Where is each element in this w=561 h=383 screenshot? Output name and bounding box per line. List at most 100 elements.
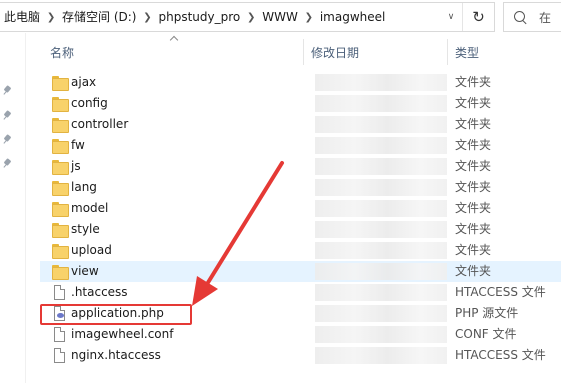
file-row[interactable]: nginx.htaccess HTACCESS 文件 (40, 345, 561, 366)
breadcrumb: 此电脑 ❯ 存储空间 (D:) ❯ phpstudy_pro ❯ WWW ❯ i… (0, 3, 440, 31)
file-icon (52, 285, 67, 300)
folder-icon (52, 180, 69, 196)
search-box[interactable]: 在 (503, 2, 561, 32)
folder-icon (52, 117, 69, 133)
file-type: 文件夹 (455, 75, 492, 89)
folder-icon (52, 138, 69, 154)
folder-row[interactable]: js 文件夹 (40, 156, 561, 177)
refresh-icon: ↻ (472, 8, 485, 26)
file-type: HTACCESS 文件 (455, 285, 546, 299)
folder-row[interactable]: fw 文件夹 (40, 135, 561, 156)
redacted-date (315, 137, 447, 154)
column-divider[interactable] (303, 39, 304, 65)
redacted-date (315, 116, 447, 133)
file-name: fw (71, 138, 85, 152)
file-name: imagewheel.conf (71, 327, 174, 341)
column-header-name-label: 名称 (50, 45, 75, 60)
file-type: 文件夹 (455, 138, 492, 152)
redacted-date (315, 242, 447, 259)
breadcrumb-item-drive[interactable]: 存储空间 (D:) (58, 3, 140, 31)
file-name: style (71, 222, 100, 236)
redacted-date (315, 95, 447, 112)
file-type: CONF 文件 (455, 327, 517, 341)
folder-row[interactable]: lang 文件夹 (40, 177, 561, 198)
pin-icon[interactable] (3, 111, 13, 121)
file-name: config (71, 96, 108, 110)
redacted-date (315, 347, 447, 364)
file-row[interactable]: application.php PHP 源文件 (40, 303, 561, 324)
file-name: model (71, 201, 109, 215)
file-icon (52, 348, 67, 363)
php-file-icon (52, 306, 67, 321)
file-name: controller (71, 117, 129, 131)
folder-icon (52, 159, 69, 175)
chevron-right-icon[interactable]: ❯ (140, 12, 154, 23)
column-header-date-label: 修改日期 (311, 45, 360, 60)
search-placeholder: 在 (539, 10, 552, 25)
folder-row[interactable]: model 文件夹 (40, 198, 561, 219)
column-header-name[interactable]: 名称 (50, 39, 300, 65)
refresh-button[interactable]: ↻ (462, 3, 494, 31)
chevron-down-icon: ∨ (447, 12, 455, 22)
redacted-date (315, 74, 447, 91)
folder-icon (52, 222, 69, 238)
pin-icon[interactable] (3, 86, 13, 96)
column-header-type[interactable]: 类型 (455, 39, 561, 65)
chevron-right-icon[interactable]: ❯ (302, 12, 316, 23)
column-divider[interactable] (447, 39, 448, 65)
redacted-date (315, 305, 447, 322)
folder-icon (52, 201, 69, 217)
chevron-right-icon[interactable]: ❯ (44, 12, 58, 23)
column-header-date[interactable]: 修改日期 (311, 39, 446, 65)
chevron-right-icon[interactable]: ❯ (244, 12, 258, 23)
file-name: js (71, 159, 81, 173)
address-history-dropdown[interactable]: ∨ (440, 3, 462, 31)
breadcrumb-item-phpstudy[interactable]: phpstudy_pro (154, 3, 244, 31)
folder-row[interactable]: config 文件夹 (40, 93, 561, 114)
pin-icon[interactable] (3, 159, 13, 169)
file-type: 文件夹 (455, 264, 492, 278)
file-type: 文件夹 (455, 222, 492, 236)
redacted-date (315, 221, 447, 238)
file-type: 文件夹 (455, 96, 492, 110)
file-type: PHP 源文件 (455, 306, 519, 320)
redacted-date (315, 326, 447, 343)
file-type: 文件夹 (455, 243, 492, 257)
file-type: HTACCESS 文件 (455, 348, 546, 362)
file-name: nginx.htaccess (71, 348, 161, 362)
folder-row[interactable]: ajax 文件夹 (40, 72, 561, 93)
file-type: 文件夹 (455, 117, 492, 131)
file-type: 文件夹 (455, 180, 492, 194)
folder-row[interactable]: controller 文件夹 (40, 114, 561, 135)
file-row[interactable]: .htaccess HTACCESS 文件 (40, 282, 561, 303)
column-header-type-label: 类型 (455, 45, 480, 60)
folder-row[interactable]: style 文件夹 (40, 219, 561, 240)
folder-icon (52, 75, 69, 91)
navigation-pane[interactable] (0, 33, 26, 383)
breadcrumb-item-this-pc[interactable]: 此电脑 (0, 3, 44, 31)
file-name: .htaccess (71, 285, 128, 299)
redacted-date (315, 284, 447, 301)
folder-icon (52, 243, 69, 259)
breadcrumb-item-imagwheel[interactable]: imagwheel (316, 3, 390, 31)
file-name: application.php (71, 306, 164, 320)
folder-icon (52, 96, 69, 112)
file-icon (52, 327, 67, 342)
file-name: lang (71, 180, 97, 194)
folder-icon (52, 264, 69, 280)
folder-row[interactable]: upload 文件夹 (40, 240, 561, 261)
redacted-date (315, 200, 447, 217)
file-type: 文件夹 (455, 159, 492, 173)
redacted-date (315, 158, 447, 175)
breadcrumb-item-www[interactable]: WWW (258, 3, 302, 31)
file-row[interactable]: imagewheel.conf CONF 文件 (40, 324, 561, 345)
file-name: upload (71, 243, 112, 257)
pin-icon[interactable] (3, 135, 13, 145)
address-bar[interactable]: 此电脑 ❯ 存储空间 (D:) ❯ phpstudy_pro ❯ WWW ❯ i… (0, 2, 495, 32)
folder-row[interactable]: view 文件夹 (40, 261, 561, 282)
redacted-date (315, 179, 447, 196)
file-name: ajax (71, 75, 97, 89)
file-name: view (71, 264, 99, 278)
file-type: 文件夹 (455, 201, 492, 215)
search-icon (514, 10, 527, 24)
